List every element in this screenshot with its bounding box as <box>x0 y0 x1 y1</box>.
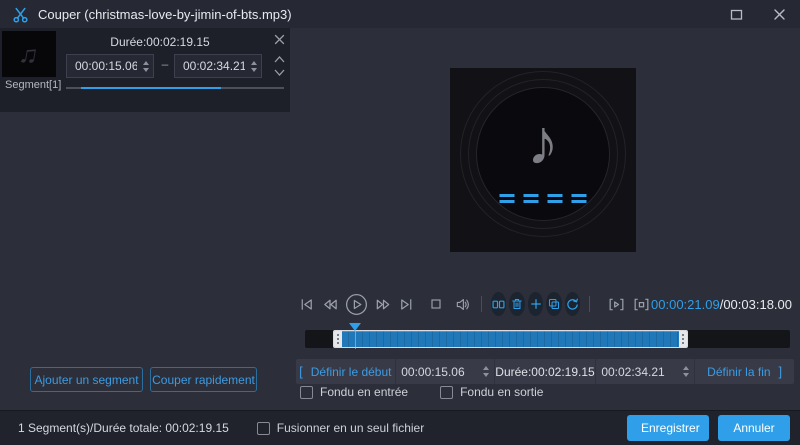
trim-end-stepper[interactable] <box>682 362 689 382</box>
player-controls: 00:00:21.09/00:03:18.00 <box>298 290 792 318</box>
time-display: 00:00:21.09/00:03:18.00 <box>651 296 793 312</box>
trim-duration-label: Durée:00:02:19.15 <box>495 364 595 379</box>
fade-options: Fondu en entrée Fondu en sortie <box>300 385 543 399</box>
segment-end-value[interactable] <box>175 55 261 77</box>
music-note-icon: ♪ <box>527 105 559 178</box>
segment-end-stepper[interactable] <box>251 55 257 77</box>
preview-panel: ♪ 00:00:21.09/00:03:18.00 [Définir le d… <box>290 28 800 410</box>
trim-end-handle[interactable] <box>679 331 687 347</box>
stop-icon[interactable] <box>428 296 444 312</box>
trim-start-value[interactable]: 00:00:15.06 <box>401 365 464 379</box>
quick-cut-button[interactable]: Couper rapidement <box>150 367 257 392</box>
segment-start-input[interactable] <box>66 54 154 78</box>
music-notes-thumbnail: ♫ <box>2 31 56 77</box>
segment-start-value[interactable] <box>67 55 153 77</box>
maximize-button[interactable] <box>730 8 743 21</box>
skip-start-icon[interactable] <box>298 296 315 313</box>
fade-in-checkbox-box[interactable] <box>300 385 313 399</box>
merge-checkbox[interactable]: Fusionner en un seul fichier <box>256 421 424 435</box>
range-separator: – <box>161 57 169 71</box>
add-segment-button[interactable]: Ajouter un segment <box>30 367 143 392</box>
remove-segment-icon[interactable] <box>274 34 285 45</box>
equalizer-bars <box>499 194 587 203</box>
save-button[interactable]: Enregistrer <box>627 415 709 441</box>
cut-dialog-window: Couper (christmas-love-by-jimin-of-bts.m… <box>0 0 800 445</box>
trim-end-input[interactable]: 00:02:34.21 <box>594 359 695 384</box>
timeline-track[interactable] <box>305 323 790 349</box>
play-icon[interactable] <box>345 293 368 316</box>
add-icon[interactable] <box>527 292 544 316</box>
divider <box>481 296 482 312</box>
window-title: Couper (christmas-love-by-jimin-of-bts.m… <box>38 6 292 22</box>
playhead-marker[interactable] <box>349 323 362 349</box>
volume-icon[interactable] <box>454 296 472 313</box>
trim-start-stepper[interactable] <box>482 362 489 382</box>
divider <box>589 296 591 312</box>
total-time: 00:03:18.00 <box>723 296 793 312</box>
set-end-button[interactable]: Définir la fin ] <box>707 364 782 379</box>
fade-out-checkbox[interactable]: Fondu en sortie <box>440 385 543 399</box>
move-down-icon[interactable] <box>273 68 286 77</box>
copy-icon[interactable] <box>546 292 562 316</box>
fast-forward-icon[interactable] <box>374 296 392 313</box>
merge-checkbox-box[interactable] <box>256 421 270 435</box>
titlebar: Couper (christmas-love-by-jimin-of-bts.m… <box>0 0 800 28</box>
segment-duration-label: Durée:00:02:19.15 <box>110 35 210 49</box>
set-start-button[interactable]: [ Définir le début <box>299 364 391 379</box>
fade-out-checkbox-box[interactable] <box>440 385 454 399</box>
segment-item[interactable]: ♫ Segment[1] Durée:00:02:19.15 – <box>0 28 290 112</box>
current-time: 00:00:21.09 <box>651 296 720 312</box>
close-button[interactable] <box>773 8 786 21</box>
reset-icon[interactable] <box>564 292 581 316</box>
segment-label: Segment[1] <box>5 79 62 91</box>
trim-end-value[interactable]: 00:02:34.21 <box>601 365 664 379</box>
trim-start-input[interactable]: 00:00:15.06 <box>394 359 495 384</box>
split-icon[interactable] <box>490 292 507 316</box>
skip-end-icon[interactable] <box>398 296 415 313</box>
fade-in-checkbox[interactable]: Fondu en entrée <box>300 385 408 399</box>
status-bar: 1 Segment(s)/Durée totale: 00:02:19.15 F… <box>0 410 800 445</box>
scissors-icon <box>12 6 29 23</box>
move-up-icon[interactable] <box>273 55 286 64</box>
delete-icon[interactable] <box>509 292 525 316</box>
trim-start-handle[interactable] <box>334 331 342 347</box>
cancel-button[interactable]: Annuler <box>718 415 790 441</box>
stop-selection-icon[interactable] <box>632 296 651 313</box>
trim-bar: [ Définir le début 00:00:15.06 Durée:00:… <box>296 359 794 384</box>
rewind-icon[interactable] <box>321 296 339 313</box>
clip-selection[interactable] <box>333 330 688 348</box>
segment-range-fill <box>81 87 221 89</box>
segment-start-stepper[interactable] <box>143 55 149 77</box>
album-art: ♪ <box>450 68 636 252</box>
play-selection-icon[interactable] <box>607 296 626 313</box>
segment-list-panel: ♫ Segment[1] Durée:00:02:19.15 – <box>0 28 290 410</box>
segment-range-bar <box>66 87 284 89</box>
segment-summary: 1 Segment(s)/Durée totale: 00:02:19.15 <box>18 421 229 435</box>
segment-end-input[interactable] <box>174 54 262 78</box>
